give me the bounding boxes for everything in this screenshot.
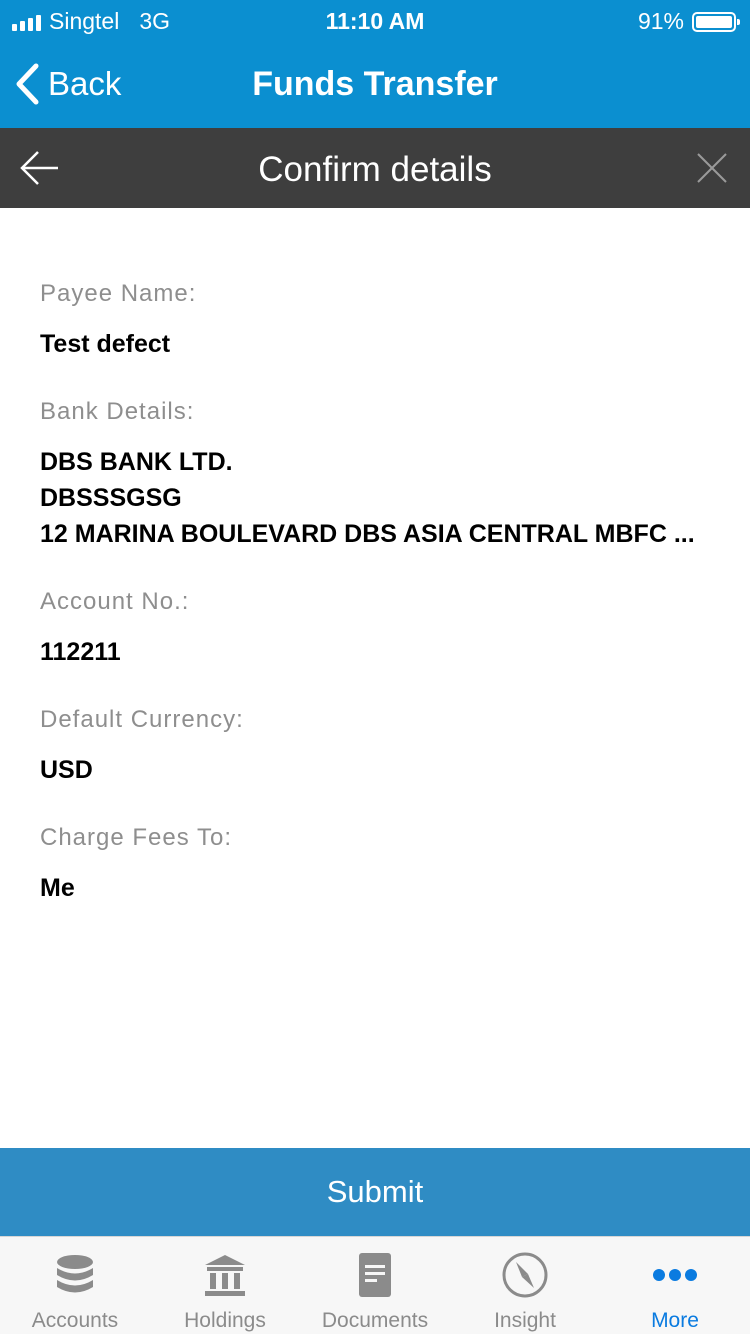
currency-value: USD <box>40 756 93 784</box>
tab-holdings-label: Holdings <box>184 1309 266 1332</box>
close-button[interactable] <box>696 152 728 189</box>
confirm-title: Confirm details <box>258 150 492 189</box>
charge-fees-field: Charge Fees To: Me <box>40 824 720 906</box>
transfer-details: Payee Name: Test defect Bank Details: DB… <box>40 280 720 942</box>
bank-building-icon <box>205 1255 245 1296</box>
status-right: 91% <box>637 8 740 35</box>
charge-fees-label: Charge Fees To: <box>40 824 232 851</box>
charge-fees-value: Me <box>40 874 75 902</box>
tab-bar: Accounts Holdings Documents Insight More <box>0 1236 750 1334</box>
close-icon <box>697 153 727 183</box>
compass-icon <box>502 1252 548 1298</box>
tab-accounts[interactable]: Accounts <box>0 1237 150 1335</box>
payee-name-field: Payee Name: Test defect <box>40 280 720 362</box>
more-dots-icon <box>653 1269 697 1281</box>
tab-documents-label: Documents <box>321 1309 429 1332</box>
status-bar: Singtel 3G 11:10 AM 91% <box>0 0 750 40</box>
battery-icon <box>692 11 740 32</box>
submit-button[interactable]: Submit <box>0 1148 750 1236</box>
account-no-value: 112211 <box>40 638 121 666</box>
database-icon <box>57 1255 93 1293</box>
bank-address: 12 MARINA BOULEVARD DBS ASIA CENTRAL MBF… <box>40 520 695 548</box>
tab-accounts-label: Accounts <box>31 1309 119 1332</box>
account-no-label: Account No.: <box>40 588 190 615</box>
tab-documents[interactable]: Documents <box>300 1237 450 1335</box>
payee-name-value: Test defect <box>40 330 171 358</box>
tab-holdings[interactable]: Holdings <box>150 1237 300 1335</box>
battery-percent: 91% <box>637 8 684 34</box>
document-icon <box>359 1253 391 1297</box>
bank-name: DBS BANK LTD. <box>40 448 233 476</box>
bank-swift-code: DBSSSGSG <box>40 484 182 512</box>
currency-field: Default Currency: USD <box>40 706 720 788</box>
tab-more[interactable]: More <box>600 1237 750 1335</box>
navigation-bar: Back Funds Transfer <box>0 40 750 128</box>
bank-details-field: Bank Details: DBS BANK LTD. DBSSSGSG 12 … <box>40 398 720 552</box>
tab-insight-label: Insight <box>494 1309 556 1332</box>
tab-more-label: More <box>651 1309 699 1332</box>
payee-name-label: Payee Name: <box>40 280 197 307</box>
tab-insight[interactable]: Insight <box>450 1237 600 1335</box>
confirm-header: Confirm details <box>0 128 750 208</box>
bank-details-label: Bank Details: <box>40 398 195 425</box>
bank-details-value: DBS BANK LTD. DBSSSGSG 12 MARINA BOULEVA… <box>40 444 720 552</box>
account-no-field: Account No.: 112211 <box>40 588 720 670</box>
page-title: Funds Transfer <box>252 65 498 103</box>
currency-label: Default Currency: <box>40 706 244 733</box>
